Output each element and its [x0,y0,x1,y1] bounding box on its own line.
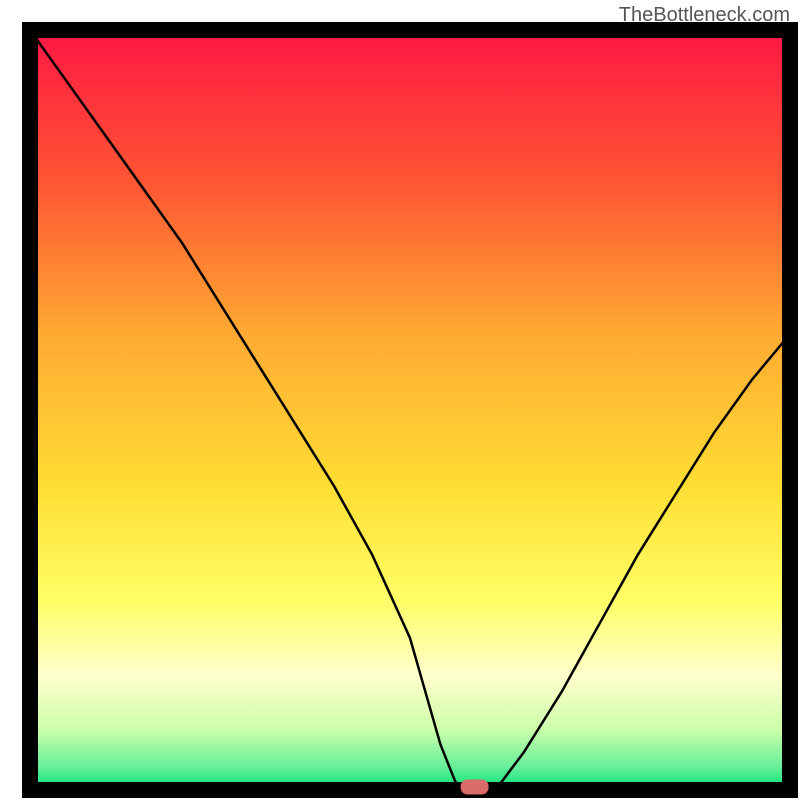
chart-svg [0,0,800,800]
plot-background [30,30,790,790]
optimal-marker [461,780,489,795]
chart-container: TheBottleneck.com [0,0,800,800]
watermark-text: TheBottleneck.com [619,4,790,27]
